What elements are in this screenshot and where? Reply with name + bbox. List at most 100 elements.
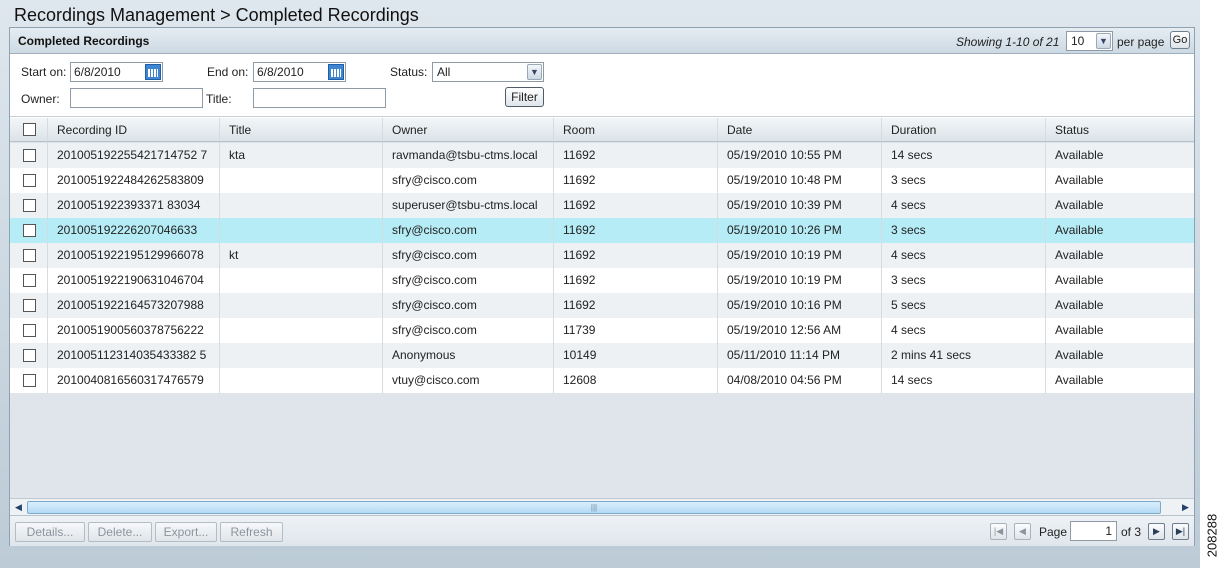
table-cell: 11692 xyxy=(554,243,718,268)
status-select[interactable]: All ▼ xyxy=(432,62,544,82)
next-page-icon[interactable]: ▶ xyxy=(1148,523,1165,540)
filter-area: Start on: 6/8/2010 End on: 6/8/2010 Stat… xyxy=(10,55,1194,117)
table-cell: 05/19/2010 12:56 AM xyxy=(718,318,882,343)
table-cell: sfry@cisco.com xyxy=(383,218,554,243)
scroll-left-icon[interactable]: ◀ xyxy=(11,500,26,514)
row-checkbox[interactable] xyxy=(23,324,36,337)
table-cell: vtuy@cisco.com xyxy=(383,368,554,393)
showing-count: Showing 1-10 of 21 xyxy=(956,35,1060,49)
table-cell: Available xyxy=(1055,148,1104,162)
last-page-icon[interactable]: ▶| xyxy=(1172,523,1189,540)
chevron-down-icon: ▼ xyxy=(527,64,542,80)
table-cell: kta xyxy=(220,143,383,168)
recordings-panel: Completed Recordings Showing 1-10 of 21 … xyxy=(9,27,1195,546)
table-cell: 05/19/2010 10:16 PM xyxy=(718,293,882,318)
table-cell: 11739 xyxy=(554,318,718,343)
chevron-down-icon: ▼ xyxy=(1096,33,1111,49)
table-row[interactable]: 2010051922164573207988 sfry@cisco.com 1169… xyxy=(10,293,1194,318)
row-checkbox[interactable] xyxy=(23,249,36,262)
owner-field[interactable] xyxy=(70,88,203,108)
row-checkbox[interactable] xyxy=(23,199,36,212)
title-label: Title: xyxy=(206,92,232,106)
page-number-input[interactable]: 1 xyxy=(1070,521,1117,541)
table-cell: 05/19/2010 10:48 PM xyxy=(718,168,882,193)
per-page-value: 10 xyxy=(1071,34,1085,48)
table-cell: superuser@tsbu-ctms.local xyxy=(383,193,554,218)
column-header[interactable]: Room xyxy=(554,118,718,141)
previous-page-icon[interactable]: ◀ xyxy=(1014,523,1031,540)
table-cell: 11692 xyxy=(554,218,718,243)
table-cell: 5 secs xyxy=(882,293,1046,318)
row-checkbox[interactable] xyxy=(23,149,36,162)
row-select-cell xyxy=(10,143,48,168)
calendar-icon[interactable] xyxy=(328,64,344,80)
row-checkbox[interactable] xyxy=(23,274,36,287)
table-cell: 04/08/2010 04:56 PM xyxy=(718,368,882,393)
table-cell: 2010051922164573207988 xyxy=(48,293,220,318)
table-cell: sfry@cisco.com xyxy=(383,293,554,318)
page-label: Page xyxy=(1039,525,1068,539)
column-header[interactable]: Recording ID xyxy=(48,118,220,141)
filter-button[interactable]: Filter xyxy=(505,87,544,107)
table-cell: 2010051900560378756222 xyxy=(48,318,220,343)
export-button[interactable]: Export... xyxy=(155,522,217,542)
go-button[interactable]: Go xyxy=(1170,31,1190,49)
refresh-button[interactable]: Refresh xyxy=(220,522,283,542)
table-cell: Available xyxy=(1055,173,1104,187)
table-cell: 05/19/2010 10:26 PM xyxy=(718,218,882,243)
table-cell: Anonymous xyxy=(383,343,554,368)
page-title: Recordings Management > Completed Record… xyxy=(14,5,419,25)
scroll-right-icon[interactable]: ▶ xyxy=(1178,500,1193,514)
column-header[interactable]: Title xyxy=(220,118,383,141)
column-header[interactable]: Duration xyxy=(882,118,1046,141)
table-row[interactable]: 201005192226207046633 sfry@cisco.com 11692… xyxy=(10,218,1194,243)
table-cell: 11692 xyxy=(554,293,718,318)
status-label: Status: xyxy=(390,65,428,79)
table-row[interactable]: 2010051922195129966078 kt sfry@cisco.com 11… xyxy=(10,243,1194,268)
table-cell: Available xyxy=(1055,323,1104,337)
figure-number-text: 208288 xyxy=(1204,513,1220,558)
table-row[interactable]: 2010051922393371 83034 superuser@tsbu-ctm… xyxy=(10,193,1194,218)
table-cell: 05/19/2010 10:19 PM xyxy=(718,243,882,268)
table-cell: Available xyxy=(1055,198,1104,212)
table-cell: kt xyxy=(220,243,383,268)
row-checkbox[interactable] xyxy=(23,299,36,312)
calendar-icon[interactable] xyxy=(145,64,161,80)
table-cell: 05/19/2010 10:39 PM xyxy=(718,193,882,218)
details-button[interactable]: Details... xyxy=(15,522,85,542)
row-checkbox[interactable] xyxy=(23,224,36,237)
row-select-cell xyxy=(10,293,48,318)
first-page-icon[interactable]: |◀ xyxy=(990,523,1007,540)
table-cell xyxy=(220,268,383,293)
scrollbar-thumb[interactable]: ||| xyxy=(27,501,1161,514)
title-field[interactable] xyxy=(253,88,386,108)
table-cell: Available xyxy=(1055,373,1104,387)
table-cell: 05/19/2010 10:19 PM xyxy=(718,268,882,293)
table-row[interactable]: 201005112314035433382 5 Anonymous 10149 05/… xyxy=(10,343,1194,368)
table-cell: 10149 xyxy=(554,343,718,368)
row-checkbox[interactable] xyxy=(23,374,36,387)
horizontal-scrollbar[interactable]: ◀ ||| ▶ xyxy=(10,498,1194,515)
row-checkbox[interactable] xyxy=(23,174,36,187)
table-cell xyxy=(220,318,383,343)
row-select-cell xyxy=(10,368,48,393)
table-cell: 14 secs xyxy=(882,368,1046,393)
table-cell xyxy=(220,193,383,218)
table-row[interactable]: 2010051900560378756222 sfry@cisco.com 1173… xyxy=(10,318,1194,343)
column-header[interactable]: Owner xyxy=(383,118,554,141)
table-row[interactable]: 2010051922484262583809 sfry@cisco.com 1169… xyxy=(10,168,1194,193)
row-checkbox[interactable] xyxy=(23,349,36,362)
table-cell: 2010051922484262583809 xyxy=(48,168,220,193)
select-all-checkbox[interactable] xyxy=(23,123,36,136)
delete-button[interactable]: Delete... xyxy=(88,522,152,542)
column-header[interactable]: Date xyxy=(718,118,882,141)
table-cell: 3 secs xyxy=(882,268,1046,293)
row-select-cell xyxy=(10,243,48,268)
table-row[interactable]: 2010040816560317476579 vtuy@cisco.com 1260… xyxy=(10,368,1194,393)
table-row[interactable]: 2010051922190631046704 sfry@cisco.com 1169… xyxy=(10,268,1194,293)
per-page-select[interactable]: 10 ▼ xyxy=(1066,31,1113,51)
row-select-cell xyxy=(10,193,48,218)
column-header[interactable]: Status xyxy=(1046,118,1196,141)
end-date-value: 6/8/2010 xyxy=(257,65,304,79)
table-row[interactable]: 201005192255421714752 7 kta ravmanda@tsbu-… xyxy=(10,143,1194,168)
